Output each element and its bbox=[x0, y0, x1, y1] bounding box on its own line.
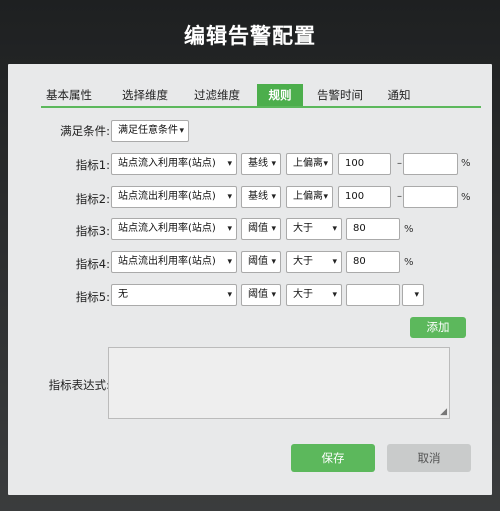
add-button[interactable]: 添加 bbox=[410, 317, 466, 338]
metric-1-operator: 上偏离 bbox=[293, 158, 323, 169]
chevron-down-icon: ▾ bbox=[227, 224, 232, 234]
metric-1-value: 站点流入利用率(站点) bbox=[118, 158, 216, 169]
metric-4-value-input[interactable]: 80 bbox=[346, 251, 400, 273]
metric-5-value: 无 bbox=[118, 289, 128, 300]
metric-4-value: 站点流出利用率(站点) bbox=[118, 256, 216, 267]
chevron-down-icon: ▾ bbox=[227, 159, 232, 169]
metric-3-mode-select[interactable]: 阈值 ▾ bbox=[241, 218, 281, 240]
metric-4-mode-select[interactable]: 阈值 ▾ bbox=[241, 251, 281, 273]
metric-3-value-input[interactable]: 80 bbox=[346, 218, 400, 240]
chevron-down-icon: ▾ bbox=[227, 290, 232, 300]
metric-5-operator: 大于 bbox=[293, 289, 313, 300]
chevron-down-icon: ▾ bbox=[179, 126, 184, 136]
dialog: 基本属性 选择维度 过滤维度 规则 告警时间 通知 满足条件: 满足任意条件 ▾… bbox=[8, 64, 492, 495]
condition-select[interactable]: 满足任意条件 ▾ bbox=[111, 120, 189, 142]
modal-title: 编辑告警配置 bbox=[184, 24, 316, 48]
metric-2-value-input[interactable]: 100 bbox=[338, 186, 391, 208]
range-dash: – bbox=[397, 191, 402, 202]
metric-5-mode-select[interactable]: 阈值 ▾ bbox=[241, 284, 281, 306]
metric-4-operator: 大于 bbox=[293, 256, 313, 267]
metric-3-select[interactable]: 站点流入利用率(站点) ▾ bbox=[111, 218, 237, 240]
tab-filter-dimension[interactable]: 过滤维度 bbox=[189, 84, 245, 106]
metric-3-label: 指标3: bbox=[75, 224, 110, 238]
metric-2-mode: 基线 bbox=[248, 191, 268, 202]
metric-5-value-input[interactable] bbox=[346, 284, 400, 306]
metric-2-operator-select[interactable]: 上偏离 ▾ bbox=[286, 186, 333, 208]
metric-5-select[interactable]: 无 ▾ bbox=[111, 284, 237, 306]
chevron-down-icon: ▾ bbox=[271, 192, 276, 202]
tab-bar: 基本属性 选择维度 过滤维度 规则 告警时间 通知 bbox=[41, 84, 481, 108]
cancel-button[interactable]: 取消 bbox=[387, 444, 471, 472]
metric-5-unit-select[interactable]: ▾ bbox=[402, 284, 424, 306]
metric-1-label: 指标1: bbox=[75, 158, 110, 172]
chevron-down-icon: ▾ bbox=[332, 290, 337, 300]
metric-2-mode-select[interactable]: 基线 ▾ bbox=[241, 186, 281, 208]
metric-4-mode: 阈值 bbox=[248, 256, 268, 267]
condition-value: 满足任意条件 bbox=[118, 125, 178, 136]
metric-2-value: 站点流出利用率(站点) bbox=[118, 191, 216, 202]
chevron-down-icon: ▾ bbox=[414, 290, 419, 300]
tab-notification[interactable]: 通知 bbox=[384, 84, 414, 106]
chevron-down-icon: ▾ bbox=[271, 290, 276, 300]
metric-3-value: 站点流入利用率(站点) bbox=[118, 223, 216, 234]
metric-2-select[interactable]: 站点流出利用率(站点) ▾ bbox=[111, 186, 237, 208]
expression-label: 指标表达式: bbox=[48, 378, 110, 392]
metric-3-unit: % bbox=[404, 224, 414, 235]
tab-basic-properties[interactable]: 基本属性 bbox=[41, 84, 97, 106]
chevron-down-icon: ▾ bbox=[227, 257, 232, 267]
metric-3-operator-select[interactable]: 大于 ▾ bbox=[286, 218, 342, 240]
metric-4-select[interactable]: 站点流出利用率(站点) ▾ bbox=[111, 251, 237, 273]
metric-1-value-input[interactable]: 100 bbox=[338, 153, 391, 175]
metric-1-operator-select[interactable]: 上偏离 ▾ bbox=[286, 153, 333, 175]
metric-1-select[interactable]: 站点流入利用率(站点) ▾ bbox=[111, 153, 237, 175]
metric-1-value2-input[interactable] bbox=[403, 153, 458, 175]
metric-1-mode-select[interactable]: 基线 ▾ bbox=[241, 153, 281, 175]
tab-alert-time[interactable]: 告警时间 bbox=[312, 84, 368, 106]
metric-2-unit: % bbox=[461, 192, 471, 203]
chevron-down-icon: ▾ bbox=[271, 257, 276, 267]
metric-2-operator: 上偏离 bbox=[293, 191, 323, 202]
expression-textarea[interactable]: ◢ bbox=[108, 347, 450, 419]
chevron-down-icon: ▾ bbox=[332, 224, 337, 234]
chevron-down-icon: ▾ bbox=[271, 159, 276, 169]
metric-3-mode: 阈值 bbox=[248, 223, 268, 234]
tab-rules[interactable]: 规则 bbox=[257, 84, 303, 106]
metric-5-mode: 阈值 bbox=[248, 289, 268, 300]
save-button[interactable]: 保存 bbox=[291, 444, 375, 472]
metric-5-operator-select[interactable]: 大于 ▾ bbox=[286, 284, 342, 306]
metric-4-label: 指标4: bbox=[75, 257, 110, 271]
chevron-down-icon: ▾ bbox=[271, 224, 276, 234]
range-dash: – bbox=[397, 158, 402, 169]
condition-label: 满足条件: bbox=[60, 124, 110, 138]
tab-select-dimension[interactable]: 选择维度 bbox=[117, 84, 173, 106]
metric-4-operator-select[interactable]: 大于 ▾ bbox=[286, 251, 342, 273]
metric-4-unit: % bbox=[404, 257, 414, 268]
chevron-down-icon: ▾ bbox=[227, 192, 232, 202]
metric-2-label: 指标2: bbox=[75, 192, 110, 206]
metric-5-label: 指标5: bbox=[75, 290, 110, 304]
chevron-down-icon: ▾ bbox=[332, 257, 337, 267]
resize-handle-icon[interactable]: ◢ bbox=[440, 407, 447, 417]
metric-1-mode: 基线 bbox=[248, 158, 268, 169]
chevron-down-icon: ▾ bbox=[323, 159, 328, 169]
chevron-down-icon: ▾ bbox=[323, 192, 328, 202]
metric-2-value2-input[interactable] bbox=[403, 186, 458, 208]
metric-1-unit: % bbox=[461, 158, 471, 169]
metric-3-operator: 大于 bbox=[293, 223, 313, 234]
